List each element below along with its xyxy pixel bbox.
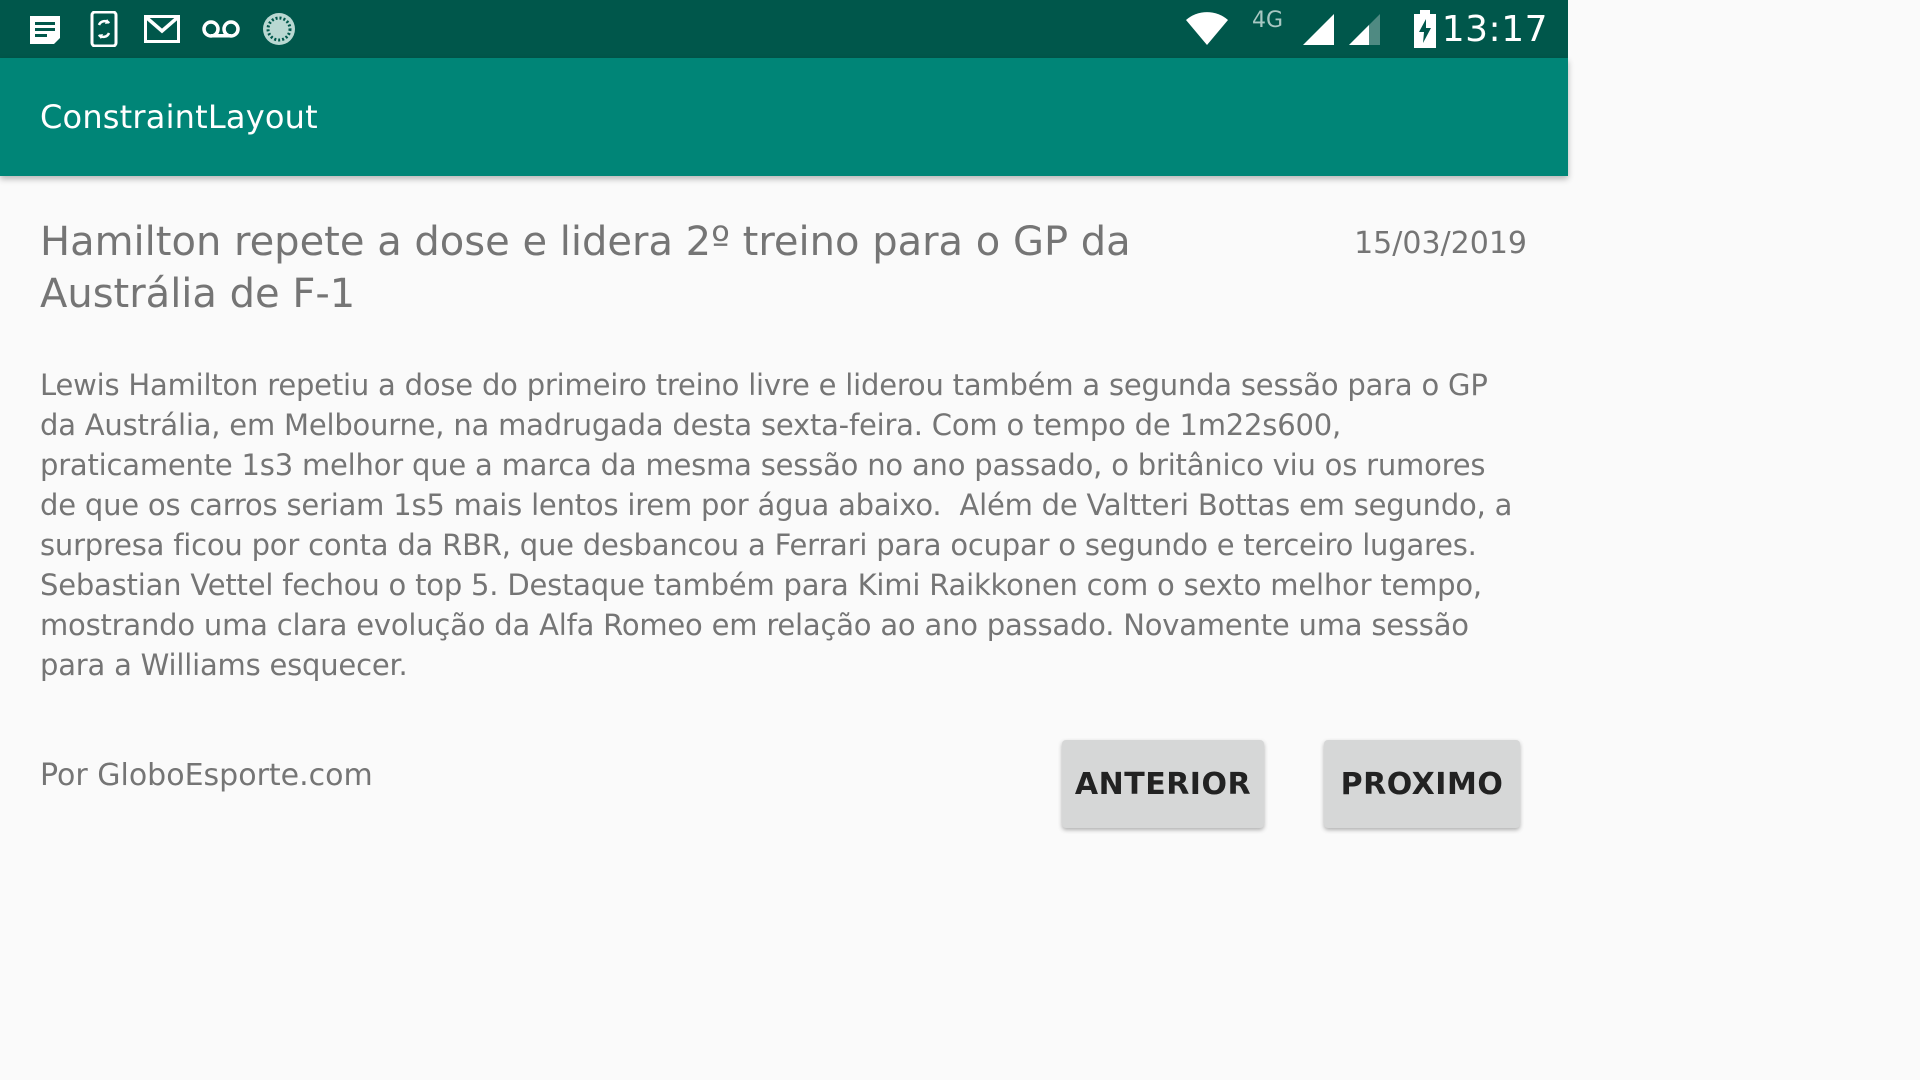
wifi-icon	[1184, 11, 1230, 47]
article-title: Hamilton repete a dose e lidera 2º trein…	[40, 219, 1131, 317]
signal-icon	[1300, 11, 1336, 47]
article-content: Hamilton repete a dose e lidera 2º trein…	[0, 176, 1568, 882]
voicemail-icon	[200, 11, 242, 47]
battery-charging-icon	[1410, 10, 1440, 48]
article-body: Lewis Hamilton repetiu a dose do primeir…	[40, 368, 1522, 682]
previous-button[interactable]: ANTERIOR	[1062, 740, 1264, 828]
signal-icon-secondary	[1346, 11, 1382, 47]
status-bar: 4G 13:17	[0, 0, 1568, 58]
status-time: 13:17	[1441, 9, 1548, 50]
phone-sync-icon	[86, 11, 122, 47]
loading-circle-icon	[260, 11, 298, 47]
article-source: Por GloboEsporte.com	[40, 758, 373, 793]
article-date: 15/03/2019	[1354, 226, 1527, 261]
next-button[interactable]: PROXIMO	[1324, 740, 1520, 828]
network-type-label: 4G	[1252, 8, 1284, 33]
notes-icon	[26, 11, 64, 47]
app-title: ConstraintLayout	[40, 98, 318, 136]
app-bar: ConstraintLayout	[0, 58, 1568, 176]
gmail-icon	[142, 11, 182, 47]
